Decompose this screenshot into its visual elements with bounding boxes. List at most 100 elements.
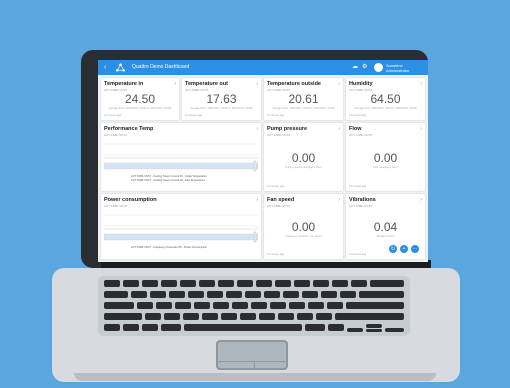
card-subtitle: ACT-TABF-VNTX [104,204,128,208]
card-value: 20.61 [288,92,319,106]
laptop-screen: ‹ Quattro Demo Dashboard ☁ ⚙ Sunshine Ad… [98,60,428,262]
card-flow[interactable]: Flow ACT-TABF-VNTX › 0.00 Flow (average … [346,123,425,191]
chevron-right-icon[interactable]: › [420,197,422,203]
key [161,280,177,287]
key [123,280,139,287]
key [142,280,158,287]
card-title: Temperature outside [267,81,321,87]
chart-legend-item: ACT-TABF-VNTX - Frequency Converter 86 -… [131,246,208,249]
chart-legend-item: ACT-TABF-VNTX - Cooling Tower Council ID… [131,175,207,178]
key [251,302,267,309]
card-title: Flow [349,126,362,132]
chart-navigator [104,233,258,241]
key [264,291,280,298]
key [104,291,128,298]
chevron-right-icon[interactable]: › [420,126,422,132]
card-power-consumption[interactable]: Power consumption ACT-TABF-VNTX › ACT-TA… [101,194,261,259]
key [245,291,261,298]
performance-temp-chart [104,143,258,172]
card-temperature-in[interactable]: Temperature in ACT-TABF-VNTX › 24.50 Ave… [101,78,179,120]
chart-navigator-handle [253,160,257,172]
chevron-right-icon[interactable]: › [338,81,340,87]
key [169,291,185,298]
key [232,302,248,309]
chevron-right-icon[interactable]: › [338,197,340,203]
key [370,280,404,287]
chevron-right-icon[interactable]: › [420,81,422,87]
key [202,313,218,320]
cloud-icon[interactable]: ☁ [352,64,358,71]
card-subtitle: ACT-TABF-VNTX [349,204,373,208]
card-title: Pump pressure [267,126,308,132]
app-title: Quattro Demo Dashboard [132,64,190,70]
app-bar: ‹ Quattro Demo Dashboard ☁ ⚙ Sunshine Ad… [98,60,428,75]
card-footer: 13 minutes ago [267,185,285,188]
key [289,302,305,309]
key [104,313,142,320]
card-description: Average (from: 18/07/2017, 00:00 to: 18/… [108,107,172,110]
add-icon[interactable]: + [400,245,408,253]
card-pump-pressure[interactable]: Pump pressure ACT-TABF-VNTX › 0.00 Pump … [264,123,343,191]
user-avatar-icon[interactable] [374,63,383,72]
chevron-right-icon[interactable]: › [256,197,258,203]
key [302,291,318,298]
card-footer: 13 minutes ago [349,114,367,117]
card-title: Temperature in [104,81,144,87]
card-title: Temperature out [185,81,228,87]
more-icon[interactable]: ⋯ [411,245,419,253]
key [259,313,275,320]
card-value: 0.00 [373,151,398,165]
key [194,302,210,309]
key [161,324,181,331]
key [308,302,324,309]
key [327,302,343,309]
key [294,280,310,287]
key [256,280,272,287]
key [104,302,134,309]
card-footer: 13 minutes ago [185,114,203,117]
chevron-right-icon[interactable]: › [174,81,176,87]
card-subtitle: ACT-TABF-VNTX [104,133,128,137]
card-fan-speed[interactable]: Fan speed ACT-TABF-VNTX › 0.00 Frequency… [264,194,343,259]
chevron-right-icon[interactable]: › [338,126,340,132]
key [240,313,256,320]
key [237,280,253,287]
key [221,313,237,320]
card-value: 0.04 [373,220,398,234]
chart-legend-item: ACT-TABF-VNTX - Cooling Tower Council ID… [131,179,205,182]
card-humidity[interactable]: Humidity ACT-TABF-VNTX › 64.50 Average (… [346,78,425,120]
card-value: 0.00 [291,220,316,234]
keyboard [98,276,410,336]
key [180,280,196,287]
card-performance-temp[interactable]: Performance Temp ACT-TABF-VNTX › ACT-TAB… [101,123,261,191]
key [164,313,180,320]
key [188,291,204,298]
chevron-right-icon[interactable]: › [256,126,258,132]
key [385,328,404,332]
key [366,324,382,328]
card-footer: 13 minutes ago [104,114,122,117]
power-consumption-chart [104,214,258,243]
card-value: 0.00 [291,151,316,165]
key [123,324,139,331]
key [104,324,120,331]
trackpad-button-divider [254,362,255,368]
key [145,313,161,320]
refresh-icon[interactable]: ↻ [389,245,397,253]
user-name[interactable]: Sunshine Administrator [386,63,410,73]
card-title: Performance Temp [104,126,154,132]
settings-icon[interactable]: ⚙ [362,64,367,71]
card-footer: 13 minutes ago [267,114,285,117]
key [351,280,367,287]
chevron-right-icon[interactable]: › [256,81,258,87]
key [278,313,294,320]
card-title: Vibrations [349,197,376,203]
card-temperature-out[interactable]: Temperature out ACT-TABF-VNTX › 17.63 Av… [182,78,261,120]
card-description: Average (from: 18/07/2017, 00:00 to: 18/… [190,107,253,110]
key [321,291,337,298]
chevron-left-icon[interactable]: ‹ [104,63,106,72]
key [226,291,242,298]
key [335,313,404,320]
card-title: Power consumption [104,197,157,203]
card-temperature-outside[interactable]: Temperature outside ACT-TABF-VNTX › 20.6… [264,78,343,120]
